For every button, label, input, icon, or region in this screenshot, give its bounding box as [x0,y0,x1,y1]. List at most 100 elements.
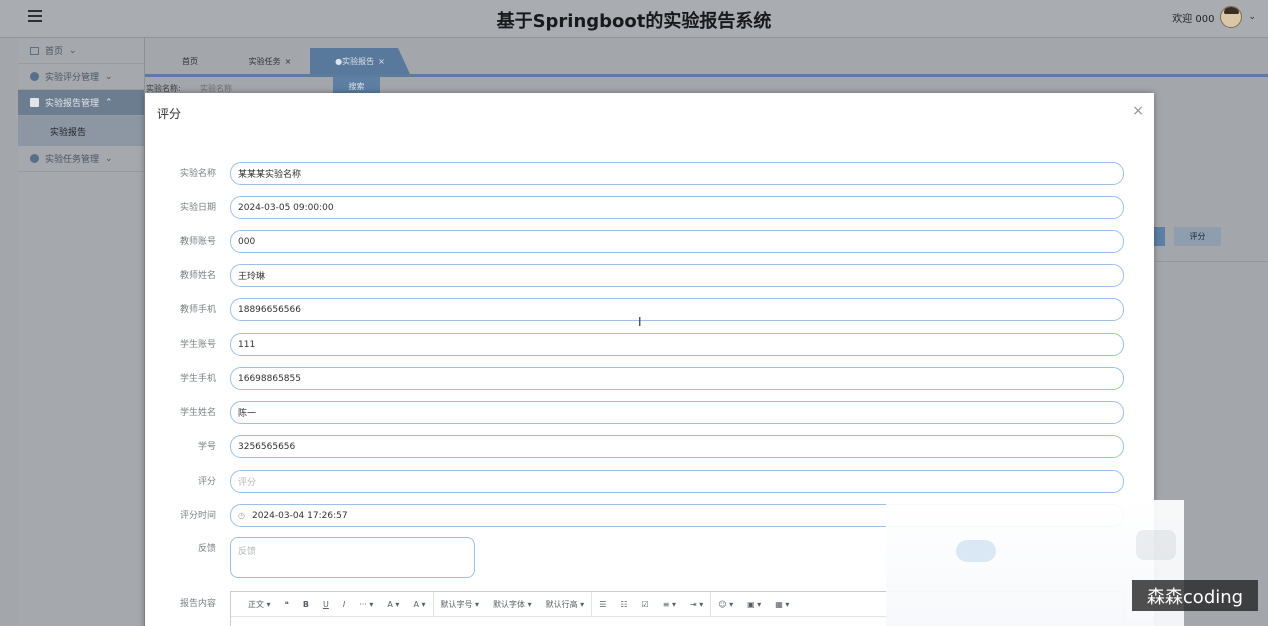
circle-icon [30,154,39,163]
numbered-list-icon[interactable]: ☷ [613,592,634,617]
close-icon[interactable]: × [378,57,385,66]
app-title: 基于Springboot的实验报告系统 [496,11,772,32]
chevron-down-icon: ⌄ [105,71,113,82]
font-color-icon[interactable]: A ▾ [380,592,406,617]
field-label: 评分 [197,477,216,487]
sidebar-item-label: 实验报告管理 [45,99,100,109]
align-icon[interactable]: ≡ ▾ [656,592,683,617]
sidebar-item-label: 实验任务管理 [45,155,100,165]
user-area[interactable]: 欢迎 000 ⌄ [1172,6,1256,28]
indent-icon[interactable]: ⇥ ▾ [683,591,712,617]
student-account-input[interactable]: 111 [230,333,1124,356]
image-icon[interactable]: ▣ ▾ [740,592,768,617]
field-label: 实验名称 [179,169,216,179]
field-label: 学生姓名 [179,408,216,418]
divider [1155,261,1268,262]
paragraph-style-dropdown[interactable]: 正文 ▾ [241,592,278,617]
field-label: 实验日期 [179,203,216,213]
avatar[interactable] [1220,6,1243,28]
tab-tasks[interactable]: 实验任务 × [230,48,310,74]
field-label: 报告内容 [179,599,216,609]
chevron-down-icon: ⌄ [69,45,77,56]
chevron-up-icon: ⌃ [105,97,113,108]
dialog-title: 评分 [157,107,182,121]
tab-label: 首页 [182,56,198,66]
sidebar-item-home[interactable]: 首页 ⌄ [18,38,144,64]
line-height-dropdown[interactable]: 默认行高 ▾ [539,591,593,617]
field-label: 教师姓名 [179,271,216,281]
tab-label: ●实验报告 [335,56,375,66]
field-label: 反馈 [197,544,216,554]
underline-icon[interactable]: U [316,592,336,617]
feedback-textarea[interactable]: 反馈 [230,537,475,578]
font-family-dropdown[interactable]: 默认字体 ▾ [486,592,539,617]
field-student-phone: 学生手机 16698865855 [145,367,1154,391]
field-student-number: 学号 3256565656 [145,435,1154,459]
home-icon [30,46,39,55]
action-button[interactable] [1153,227,1165,246]
more-icon[interactable]: ··· ▾ [352,592,380,617]
experiment-name-input[interactable]: 某某某实验名称 [230,162,1124,185]
font-size-dropdown[interactable]: 默认字号 ▾ [434,592,487,617]
search-row: 实验名称: 实验名称 搜索 [146,77,446,94]
blurred-shape [956,540,996,562]
checklist-icon[interactable]: ☑ [635,592,656,617]
emoji-icon[interactable]: ☺ ▾ [711,592,740,617]
bullet-list-icon[interactable]: ☰ [592,592,613,617]
top-bar: 基于Springboot的实验报告系统 欢迎 000 ⌄ [0,0,1268,38]
background-color-icon[interactable]: A ▾ [406,591,434,617]
sidebar-item-label: 实验评分管理 [45,73,100,83]
circle-icon [30,72,39,81]
rate-button[interactable]: 评分 [1174,227,1221,246]
sidebar-item-grading[interactable]: 实验评分管理 ⌄ [18,64,144,90]
chevron-down-icon: ⌄ [105,153,113,164]
field-label: 教师手机 [179,305,216,315]
field-experiment-date: 实验日期 2024-03-05 09:00:00 [145,196,1154,220]
sidebar-item-tasks[interactable]: 实验任务管理 ⌄ [18,146,144,172]
table-icon[interactable]: ▦ ▾ [768,592,796,617]
field-experiment-name: 实验名称 某某某实验名称 [145,162,1154,186]
close-icon[interactable]: × [285,57,292,66]
search-button[interactable]: 搜索 [333,77,380,94]
field-teacher-account: 教师账号 000 [145,230,1154,254]
quote-icon[interactable]: ❝ [278,592,296,617]
field-teacher-name: 教师姓名 王玲琳 [145,264,1154,288]
field-label: 教师账号 [179,237,216,247]
tab-home[interactable]: 首页 [150,48,230,74]
tab-reports[interactable]: ●实验报告 × [310,48,410,74]
field-label: 评分时间 [179,511,216,521]
italic-icon[interactable]: I [336,592,352,617]
text-cursor-icon: I [638,315,642,329]
sidebar-subitem-report[interactable]: 实验报告 [18,116,144,146]
tab-underline [145,74,1268,77]
field-teacher-phone: 教师手机 18896656566 [145,298,1154,322]
student-phone-input[interactable]: 16698865855 [230,367,1124,390]
watermark: 森森coding [1132,580,1258,611]
student-name-input[interactable]: 陈一 [230,401,1124,424]
sidebar-item-reports[interactable]: 实验报告管理 ⌃ [18,90,144,116]
user-greeting: 欢迎 000 [1172,13,1215,25]
field-label: 学号 [197,442,216,452]
score-input[interactable]: 评分 [230,470,1124,493]
score-time-value: 2024-03-04 17:26:57 [251,510,348,521]
chevron-down-icon[interactable]: ⌄ [1248,12,1256,22]
bold-icon[interactable]: B [296,592,316,617]
student-number-input[interactable]: 3256565656 [230,435,1124,458]
tab-bar: 首页 实验任务 × ●实验报告 × [150,48,410,74]
experiment-date-input[interactable]: 2024-03-05 09:00:00 [230,196,1124,219]
sidebar: 首页 ⌄ 实验评分管理 ⌄ 实验报告管理 ⌃ 实验报告 实验任务管理 ⌄ [18,38,145,626]
blurred-shape [1136,530,1176,560]
field-label: 学生账号 [179,340,216,350]
field-score: 评分 评分 [145,470,1154,494]
tab-label: 实验任务 [248,56,281,66]
teacher-phone-input[interactable]: 18896656566 [230,298,1124,321]
field-label: 学生手机 [179,374,216,384]
sidebar-item-label: 首页 [45,47,64,57]
field-student-account: 学生账号 111 [145,333,1154,357]
square-icon [30,98,39,107]
teacher-account-input[interactable]: 000 [230,230,1124,253]
clock-icon: ◷ [238,511,245,520]
close-icon[interactable]: × [1132,103,1144,119]
teacher-name-input[interactable]: 王玲琳 [230,264,1124,287]
field-student-name: 学生姓名 陈一 [145,401,1154,425]
